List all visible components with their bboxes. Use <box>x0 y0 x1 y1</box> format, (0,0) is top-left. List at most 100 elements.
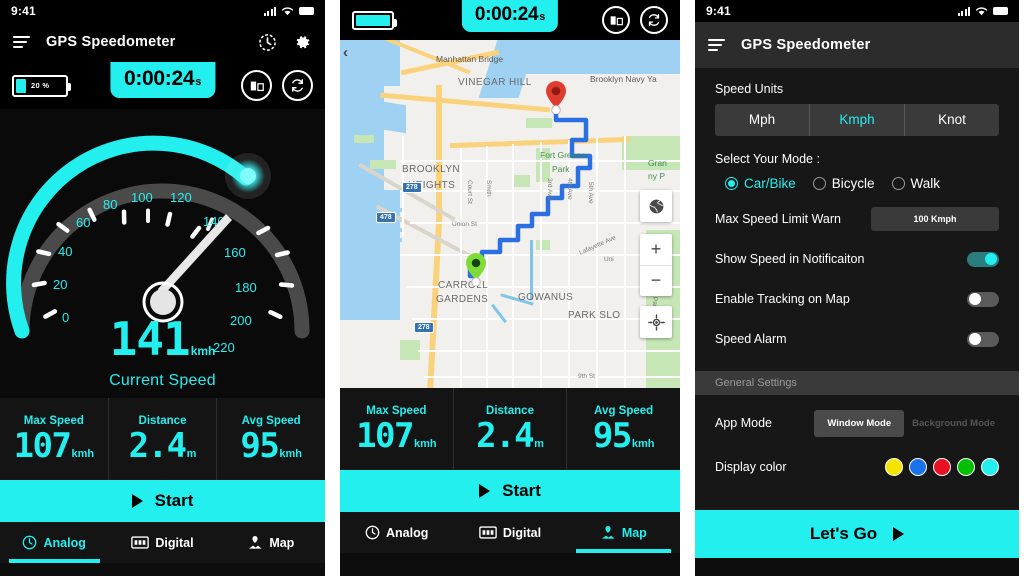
color-swatch-red[interactable] <box>933 458 951 476</box>
nav-tab-map[interactable]: Map <box>217 522 325 563</box>
stat-unit: kmh <box>413 438 437 450</box>
timer-row: 0:00:24 s <box>340 0 680 40</box>
select-mode-label: Select Your Mode : <box>715 152 820 166</box>
nav-label: Analog <box>43 535 86 550</box>
hamburger-icon[interactable] <box>708 38 725 52</box>
speed-units-segmented-control: Mph Kmph Knot <box>715 104 999 136</box>
stat-number: 2.4 <box>128 426 187 466</box>
map-label: Brooklyn Navy Ya <box>590 74 657 84</box>
split-screen-icon[interactable] <box>602 6 630 34</box>
split-screen-icon[interactable] <box>241 70 272 101</box>
toggle-label: Enable Tracking on Map <box>715 292 850 306</box>
stat-distance: Distance 2.4 m <box>454 388 568 470</box>
toggle-show-speed-notification[interactable] <box>967 251 999 267</box>
speed-unit-option-knot[interactable]: Knot <box>905 104 999 136</box>
panel-gap <box>325 0 340 576</box>
max-speed-warn-value[interactable]: 100 Kmph <box>871 207 999 231</box>
route-shield: 278 <box>414 322 434 333</box>
radio-dot <box>725 177 738 190</box>
phone-panel-settings: 9:41 GPS Speedometer Speed Units Mph Kmp… <box>695 0 1019 576</box>
stat-value: 107 kmh <box>14 429 95 463</box>
battery-indicator <box>352 10 397 30</box>
start-button[interactable]: Start <box>0 480 325 522</box>
map-label: ny P <box>648 171 666 181</box>
refresh-icon[interactable] <box>640 6 668 34</box>
timer-value: 0:00:24 <box>474 4 539 25</box>
map-view[interactable]: Manhattan Bridge VINEGAR HILL Brooklyn N… <box>340 40 680 388</box>
svg-text:100: 100 <box>131 190 153 205</box>
start-button[interactable]: Start <box>340 470 680 512</box>
speedometer-gauge: 0 20 40 60 80 100 120 140 160 180 200 22… <box>0 109 325 398</box>
page-title: GPS Speedometer <box>46 34 176 50</box>
nav-tab-map[interactable]: Map <box>567 512 680 553</box>
nav-tab-digital[interactable]: Digital <box>108 522 216 563</box>
map-pin-icon <box>601 526 615 539</box>
color-swatch-cyan[interactable] <box>981 458 999 476</box>
lets-go-button[interactable]: Let's Go <box>695 510 1019 558</box>
zoom-in-button[interactable]: + <box>640 234 672 266</box>
svg-text:60: 60 <box>76 215 90 230</box>
app-mode-row: App Mode Window Mode Background Mode <box>695 403 1019 443</box>
radio-car-bike[interactable]: Car/Bike <box>725 176 796 191</box>
map-back-chevron-icon[interactable]: ‹ <box>343 44 348 61</box>
map-label: 4th Ave <box>566 178 573 200</box>
route-shield: 278 <box>402 182 422 193</box>
battery-status-icon <box>299 7 314 15</box>
map-type-globe-button[interactable] <box>640 190 672 222</box>
stat-number: 2.4 <box>476 416 534 456</box>
color-swatch-green[interactable] <box>957 458 975 476</box>
bottom-nav: Analog Digital Map <box>0 522 325 563</box>
max-speed-warn-row: Max Speed Limit Warn 100 Kmph <box>695 199 1019 239</box>
svg-text:160: 160 <box>224 245 246 260</box>
locate-crosshair-icon <box>647 313 665 331</box>
stat-value: 95 kmh <box>593 419 655 453</box>
signal-icon <box>263 6 276 16</box>
stat-unit: m <box>186 448 197 460</box>
gear-icon[interactable] <box>293 33 312 52</box>
toggle-row-notification: Show Speed in Notificaiton <box>695 239 1019 279</box>
toggle-enable-tracking[interactable] <box>967 291 999 307</box>
speed-unit-option-mph[interactable]: Mph <box>715 104 810 136</box>
settings-screen: Speed Units Mph Kmph Knot Select Your Mo… <box>695 68 1019 558</box>
map-label: PARK SLO <box>568 310 621 321</box>
svg-text:40: 40 <box>58 244 72 259</box>
play-icon <box>893 527 905 541</box>
wifi-icon <box>281 7 294 16</box>
status-time: 9:41 <box>706 4 731 18</box>
current-speed-value: 141 <box>109 312 191 367</box>
nav-tab-digital[interactable]: Digital <box>453 512 566 553</box>
start-button-label: Start <box>502 481 541 500</box>
history-clock-icon[interactable] <box>258 33 277 52</box>
svg-text:180: 180 <box>235 280 257 295</box>
nav-tab-analog[interactable]: Analog <box>340 512 453 553</box>
zoom-out-button[interactable]: − <box>640 266 672 297</box>
general-settings-header: General Settings <box>695 371 1019 395</box>
route-shield: 478 <box>376 212 396 223</box>
color-swatch-blue[interactable] <box>909 458 927 476</box>
map-label: 5th Ave <box>587 182 594 204</box>
status-icons <box>263 6 314 16</box>
radio-bicycle[interactable]: Bicycle <box>812 176 875 191</box>
battery-fill <box>16 78 26 93</box>
locate-me-button[interactable] <box>640 306 672 338</box>
digital-display-icon <box>131 536 150 549</box>
nav-tab-analog[interactable]: Analog <box>0 522 108 563</box>
svg-text:120: 120 <box>170 190 192 205</box>
toggle-row-tracking: Enable Tracking on Map <box>695 279 1019 319</box>
speedometer-icon <box>23 535 37 550</box>
color-swatch-yellow[interactable] <box>885 458 903 476</box>
mode-radio-group: Car/Bike Bicycle Walk <box>715 176 999 191</box>
stat-value: 95 kmh <box>240 429 302 463</box>
radio-walk[interactable]: Walk <box>891 176 940 191</box>
hamburger-icon[interactable] <box>13 35 30 49</box>
toggle-speed-alarm[interactable] <box>967 331 999 347</box>
app-mode-window[interactable]: Window Mode <box>814 409 905 437</box>
refresh-icon[interactable] <box>282 70 313 101</box>
radio-dot <box>812 177 826 190</box>
radio-label: Car/Bike <box>744 176 796 191</box>
speed-unit-option-kmph[interactable]: Kmph <box>810 104 905 136</box>
app-mode-background[interactable]: Background Mode <box>908 410 999 437</box>
speed-units-group: Speed Units Mph Kmph Knot Select Your Mo… <box>695 82 1019 191</box>
stat-max-speed: Max Speed 107 kmh <box>340 388 454 470</box>
map-label: VINEGAR HILL <box>458 77 532 88</box>
